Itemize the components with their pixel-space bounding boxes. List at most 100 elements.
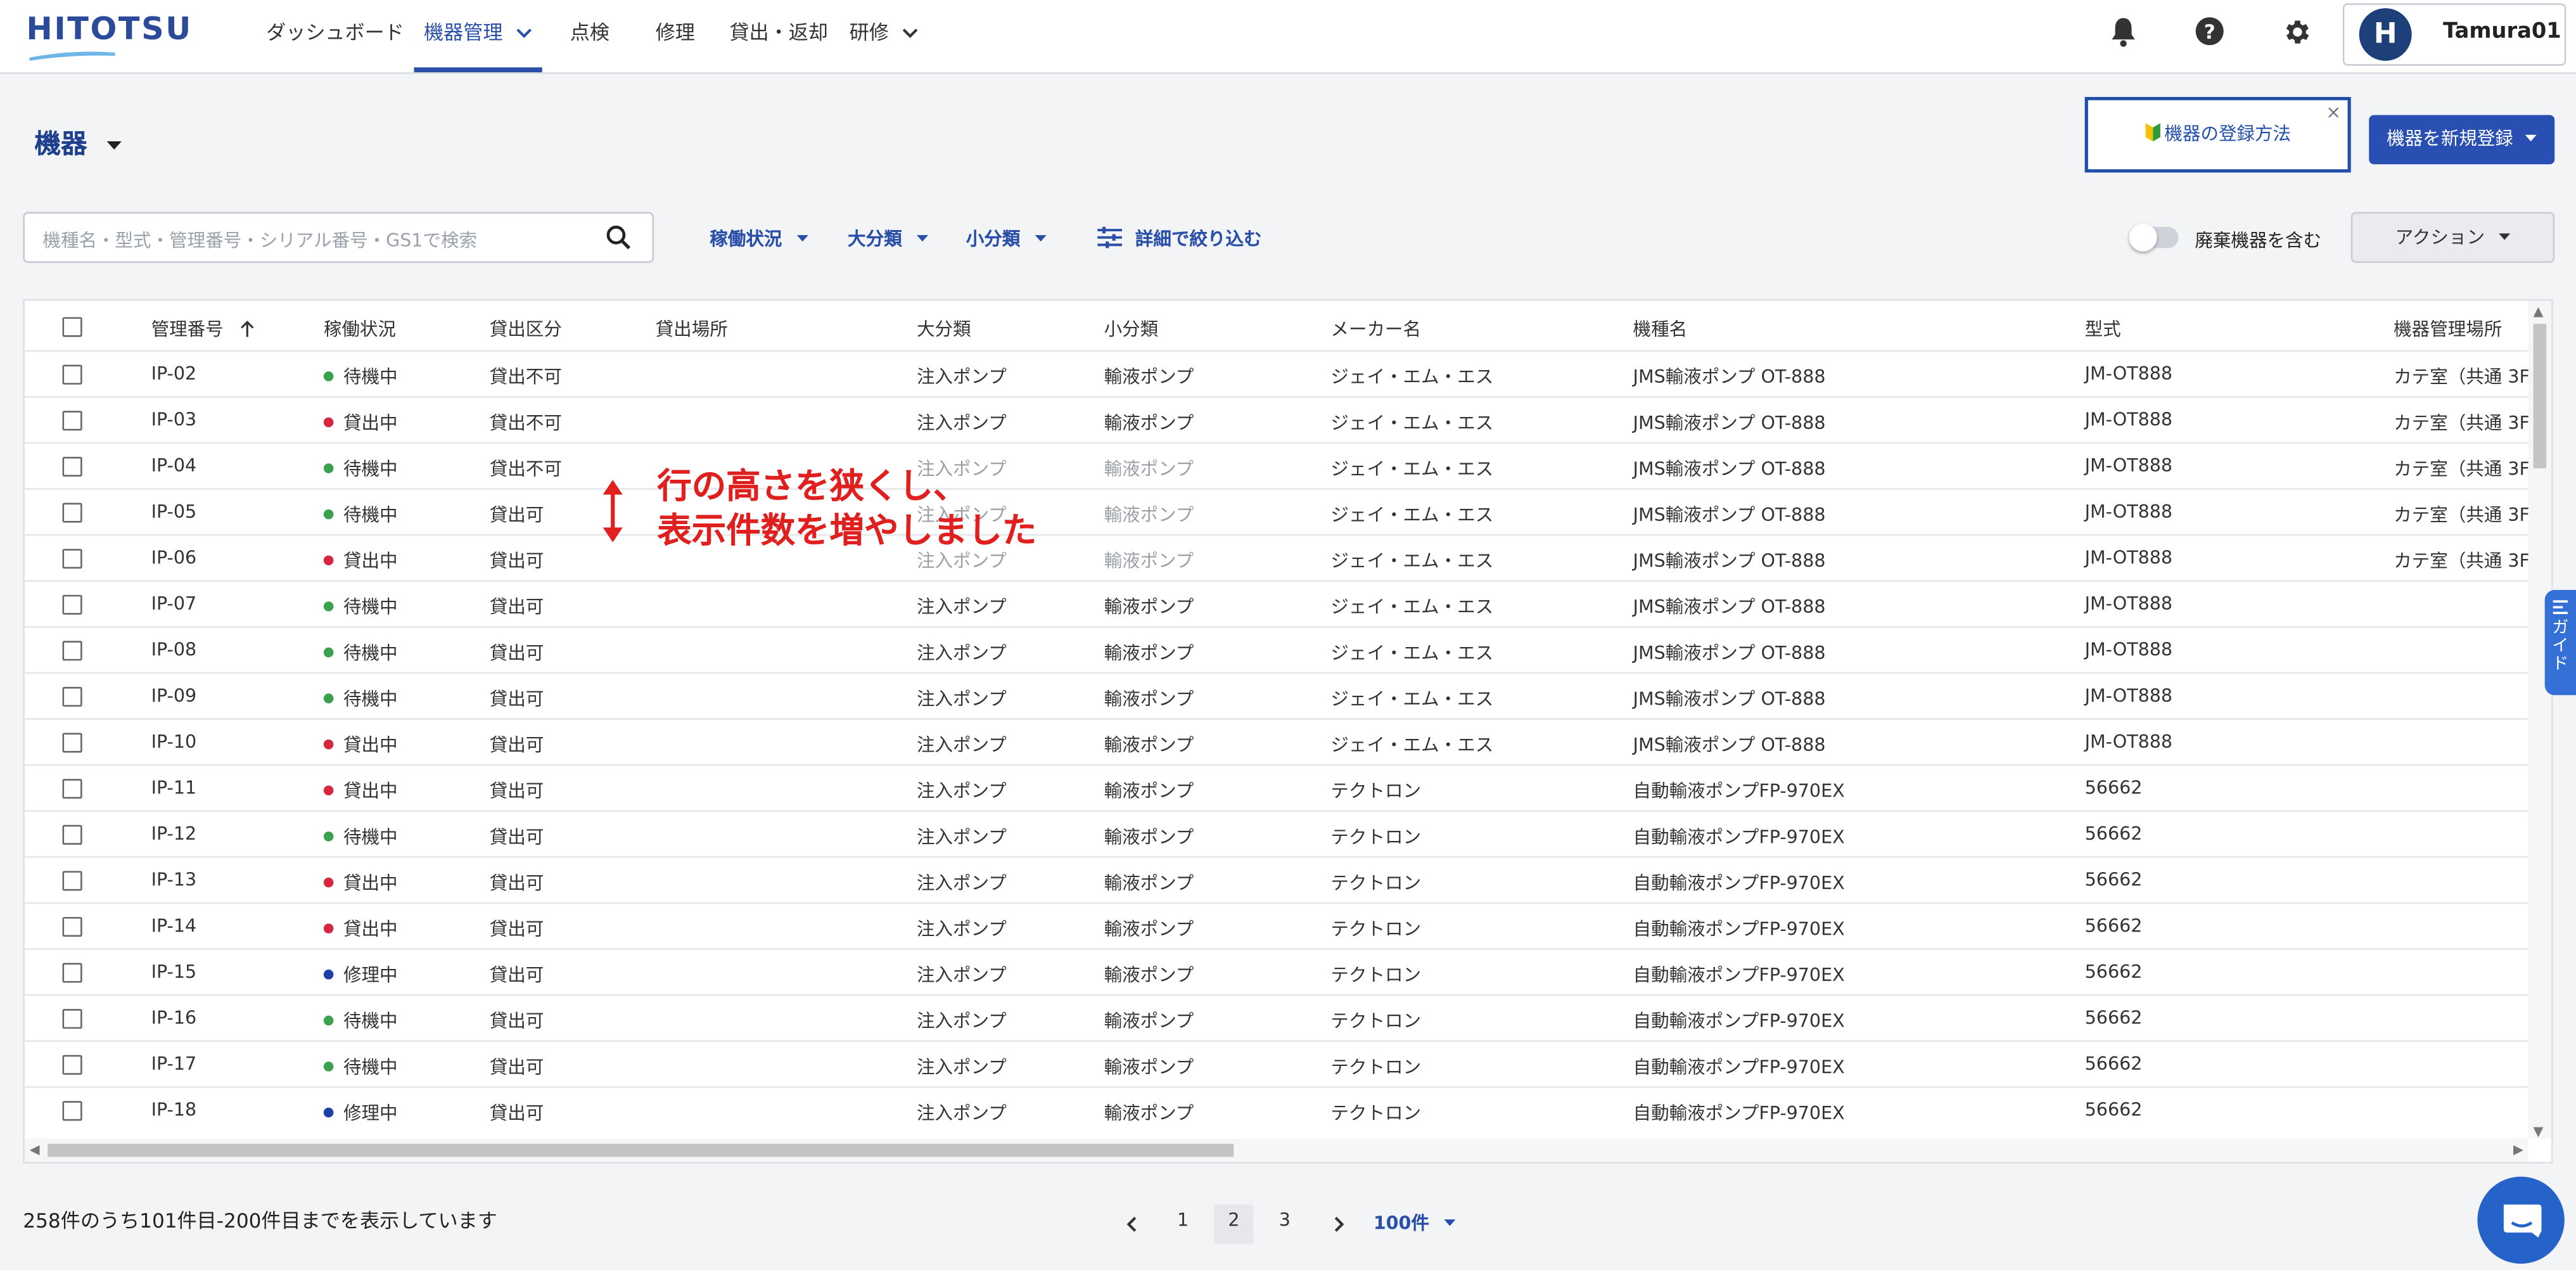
howto-banner[interactable]: × 機器の登録方法 [2084, 96, 2351, 173]
select-all-checkbox[interactable] [62, 317, 82, 337]
cell-maker: ジェイ・エム・エス [1330, 458, 1494, 480]
close-icon[interactable]: × [2326, 79, 2341, 148]
column-header-minor-category[interactable]: 小分類 [1104, 316, 1159, 342]
scroll-down-arrow-icon[interactable]: ▼ [2534, 1124, 2544, 1139]
page-button-3[interactable]: 3 [1265, 1205, 1304, 1244]
nav-training[interactable]: 研修 [850, 0, 919, 72]
horizontal-scroll-thumb[interactable] [48, 1143, 1234, 1157]
user-menu[interactable]: H Tamura01 [2342, 3, 2566, 66]
table-row[interactable]: IP-15 修理中 貸出可 注入ポンプ 輸液ポンプ テクトロン 自動輸液ポンプFP-970E… [24, 948, 2528, 996]
search-icon[interactable] [606, 225, 631, 250]
row-checkbox[interactable] [62, 963, 82, 983]
row-checkbox[interactable] [62, 871, 82, 891]
table-row[interactable]: IP-08 待機中 貸出可 注入ポンプ 輸液ポンプ ジェイ・エム・エス JMS輸液ポンプ O… [24, 625, 2528, 674]
column-header-location[interactable]: 機器管理場所 [2394, 316, 2502, 342]
table-row[interactable]: IP-06 貸出中 貸出可 注入ポンプ 輸液ポンプ ジェイ・エム・エス JMS輸液ポンプ O… [24, 534, 2530, 582]
help-icon[interactable]: ? [2195, 16, 2224, 46]
column-header-model-type[interactable]: 型式 [2085, 316, 2121, 342]
cell-model-type: JM-OT888 [2084, 363, 2173, 385]
table-row[interactable]: IP-09 待機中 貸出可 注入ポンプ 輸液ポンプ ジェイ・エム・エス JMS輸液ポンプ O… [24, 672, 2528, 720]
major-category-filter[interactable]: 大分類 [848, 225, 928, 251]
row-checkbox[interactable] [62, 824, 82, 845]
logo[interactable]: HITOTSU [26, 11, 192, 61]
nav-inspection[interactable]: 点検 [570, 0, 609, 72]
table-row[interactable]: IP-10 貸出中 貸出可 注入ポンプ 輸液ポンプ ジェイ・エム・エス JMS輸液ポンプ O… [24, 718, 2528, 766]
per-page-select[interactable]: 100件 [1374, 1210, 1456, 1236]
column-header-maker[interactable]: メーカー名 [1330, 316, 1421, 342]
action-button[interactable]: アクション [2350, 212, 2555, 263]
table-row[interactable]: IP-05 待機中 貸出可 注入ポンプ 輸液ポンプ ジェイ・エム・エス JMS輸液ポンプ O… [24, 488, 2530, 536]
bell-icon[interactable] [2110, 16, 2138, 48]
column-header-id[interactable]: 管理番号 [151, 316, 254, 342]
table-row[interactable]: IP-13 貸出中 貸出可 注入ポンプ 輸液ポンプ テクトロン 自動輸液ポンプFP-970E… [24, 856, 2528, 904]
cell-status: 貸出中 [323, 778, 398, 804]
row-checkbox[interactable] [62, 503, 82, 523]
nav-dashboard[interactable]: ダッシュボード [266, 0, 404, 72]
new-equipment-button[interactable]: 機器を新規登録 [2369, 115, 2555, 165]
cell-maker: ジェイ・エム・エス [1330, 412, 1494, 434]
search-input[interactable]: 機種名・型式・管理番号・シリアル番号・GS1で検索 [23, 212, 654, 263]
table-row[interactable]: IP-02 待機中 貸出不可 注入ポンプ 輸液ポンプ ジェイ・エム・エス JMS輸液ポンプ … [24, 350, 2530, 397]
horizontal-scrollbar[interactable]: ◀ ▶ [24, 1139, 2528, 1162]
row-checkbox[interactable] [62, 364, 82, 385]
column-header-status[interactable]: 稼働状況 [324, 316, 396, 342]
chevron-right-icon[interactable] [1332, 1216, 1346, 1233]
cell-maker: テクトロン [1330, 965, 1422, 986]
column-header-lending-place[interactable]: 貸出場所 [656, 316, 728, 342]
cell-major-category: 注入ポンプ [916, 596, 1007, 619]
row-checkbox[interactable] [62, 733, 82, 753]
guide-tab[interactable]: ガイド [2544, 589, 2576, 695]
row-checkbox[interactable] [62, 686, 82, 707]
row-checkbox[interactable] [62, 1101, 82, 1121]
cell-minor-category: 輸液ポンプ [1104, 412, 1194, 434]
include-disposed-toggle[interactable] [2129, 223, 2179, 252]
column-header-lending-class[interactable]: 貸出区分 [490, 316, 562, 342]
table-row[interactable]: IP-17 待機中 貸出可 注入ポンプ 輸液ポンプ テクトロン 自動輸液ポンプFP-970E… [24, 1040, 2528, 1087]
nav-equipment[interactable]: 機器管理 [414, 0, 542, 73]
gear-icon[interactable] [2282, 16, 2313, 48]
table-row[interactable]: IP-11 貸出中 貸出可 注入ポンプ 輸液ポンプ テクトロン 自動輸液ポンプFP-970E… [24, 764, 2528, 812]
chat-button[interactable] [2477, 1176, 2565, 1264]
row-checkbox[interactable] [62, 411, 82, 431]
table-row[interactable]: IP-04 待機中 貸出不可 注入ポンプ 輸液ポンプ ジェイ・エム・エス JMS輸液ポンプ … [24, 442, 2530, 490]
detail-filter-button[interactable]: 詳細で絞り込む [1097, 225, 1262, 251]
table-row[interactable]: IP-18 修理中 貸出可 注入ポンプ 輸液ポンプ テクトロン 自動輸液ポンプFP-970E… [24, 1086, 2528, 1134]
sort-ascending-icon[interactable] [239, 321, 253, 337]
cell-minor-category: 輸液ポンプ [1104, 826, 1194, 849]
row-checkbox[interactable] [62, 1009, 82, 1029]
page-button-2[interactable]: 2 [1214, 1204, 1254, 1244]
status-label: 待機中 [343, 504, 398, 526]
scroll-left-arrow-icon[interactable]: ◀ [30, 1142, 40, 1157]
scroll-right-arrow-icon[interactable]: ▶ [2513, 1142, 2523, 1157]
detail-filter-label: 詳細で絞り込む [1135, 228, 1262, 250]
cell-model-name: 自動輸液ポンプFP-970EX [1633, 826, 1845, 849]
status-filter[interactable]: 稼働状況 [710, 225, 808, 251]
status-label: 貸出中 [343, 918, 398, 940]
page-button-1[interactable]: 1 [1163, 1205, 1202, 1244]
chevron-left-icon[interactable] [1125, 1216, 1138, 1233]
table-row[interactable]: IP-12 待機中 貸出可 注入ポンプ 輸液ポンプ テクトロン 自動輸液ポンプFP-970E… [24, 810, 2528, 857]
vertical-scroll-thumb[interactable] [2533, 323, 2547, 469]
cell-lending-class: 貸出可 [489, 826, 544, 849]
scroll-up-arrow-icon[interactable]: ▲ [2534, 304, 2544, 319]
table-row[interactable]: IP-16 待機中 貸出可 注入ポンプ 輸液ポンプ テクトロン 自動輸液ポンプFP-970E… [24, 994, 2528, 1042]
minor-category-filter[interactable]: 小分類 [966, 225, 1047, 251]
page-title-label: 機器 [34, 128, 87, 160]
row-checkbox[interactable] [62, 1055, 82, 1075]
table-row[interactable]: IP-03 貸出中 貸出不可 注入ポンプ 輸液ポンプ ジェイ・エム・エス JMS輸液ポンプ … [24, 395, 2530, 444]
table-row[interactable]: IP-14 貸出中 貸出可 注入ポンプ 輸液ポンプ テクトロン 自動輸液ポンプFP-970E… [24, 902, 2528, 950]
row-checkbox[interactable] [62, 594, 82, 615]
column-header-major-category[interactable]: 大分類 [917, 316, 971, 342]
row-checkbox[interactable] [62, 549, 82, 569]
vertical-scrollbar[interactable]: ▲ ▼ [2528, 300, 2552, 1139]
row-checkbox[interactable] [62, 456, 82, 477]
page-title[interactable]: 機器 [34, 122, 121, 161]
row-checkbox[interactable] [62, 779, 82, 799]
nav-lending[interactable]: 貸出・返却 [729, 0, 828, 72]
table-row[interactable]: IP-07 待機中 貸出可 注入ポンプ 輸液ポンプ ジェイ・エム・エス JMS輸液ポンプ O… [24, 580, 2528, 627]
column-header-model-name[interactable]: 機種名 [1633, 316, 1688, 342]
nav-repair[interactable]: 修理 [656, 0, 695, 72]
row-checkbox[interactable] [62, 641, 82, 661]
howto-label: 機器の登録方法 [2164, 123, 2292, 145]
row-checkbox[interactable] [62, 916, 82, 937]
